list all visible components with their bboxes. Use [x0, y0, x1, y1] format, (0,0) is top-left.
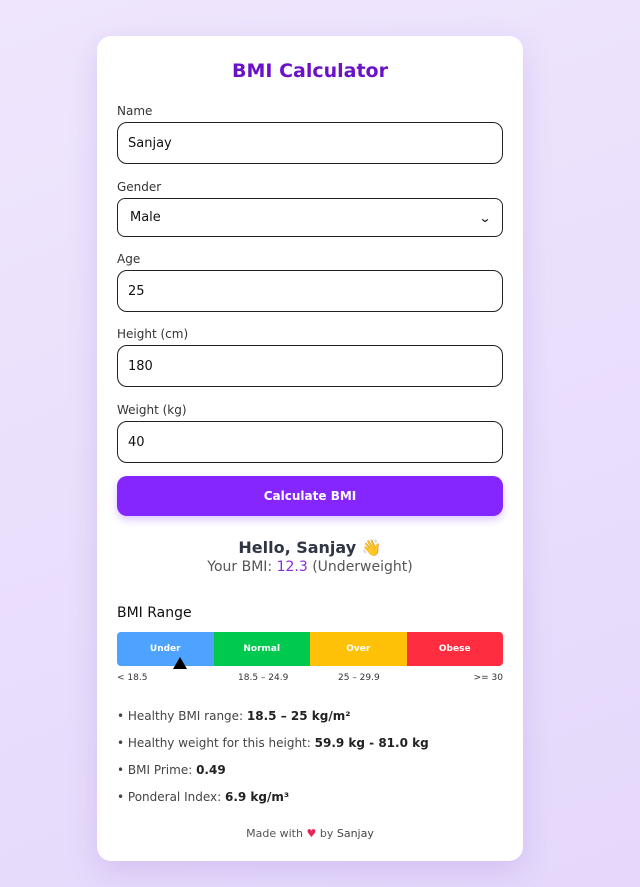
ponderal-index-item: • Ponderal Index: 6.9 kg/m³ [117, 784, 429, 811]
bmi-category: (Underweight) [312, 559, 413, 575]
segment-under: Under [117, 632, 214, 666]
healthy-range-label: • Healthy BMI range: [117, 709, 244, 723]
footer: Made with ♥ by Sanjay [117, 827, 503, 840]
healthy-range-item: • Healthy BMI range: 18.5 – 25 kg/m² [117, 703, 429, 730]
bmi-value: 12.3 [276, 559, 308, 575]
chevron-down-icon: ⌄ [478, 210, 492, 225]
healthy-weight-label: • Healthy weight for this height: [117, 736, 311, 750]
segment-normal: Normal [213, 632, 310, 666]
weight-input[interactable]: 40 [117, 421, 503, 463]
healthy-weight-value: 59.9 kg - 81.0 kg [314, 736, 429, 750]
age-label: Age [117, 252, 141, 266]
name-field: Name [117, 102, 152, 120]
gender-selected-value: Male [130, 210, 161, 225]
segment-obese: Obese [406, 632, 503, 666]
ponderal-index-value: 6.9 kg/m³ [225, 790, 290, 804]
info-list: • Healthy BMI range: 18.5 – 25 kg/m² • H… [117, 703, 429, 811]
name-input[interactable]: Sanjay [117, 122, 503, 164]
bmi-range-title: BMI Range [117, 605, 192, 621]
gender-field: Gender [117, 178, 161, 196]
bmi-prime-item: • BMI Prime: 0.49 [117, 757, 429, 784]
calculate-bmi-button[interactable]: Calculate BMI [117, 476, 503, 516]
footer-by: by [319, 827, 334, 840]
ponderal-index-label: • Ponderal Index: [117, 790, 222, 804]
tick-under: < 18.5 [117, 673, 148, 683]
height-input[interactable]: 180 [117, 345, 503, 387]
healthy-weight-item: • Healthy weight for this height: 59.9 k… [117, 730, 429, 757]
weight-label: Weight (kg) [117, 403, 187, 417]
bmi-result: Your BMI: 12.3 (Underweight) [117, 559, 503, 575]
age-field: Age [117, 250, 140, 268]
bmi-card: BMI Calculator Name Sanjay Gender Male ⌄… [97, 36, 523, 861]
page-title: BMI Calculator [232, 60, 388, 82]
healthy-range-value: 18.5 – 25 kg/m² [246, 709, 351, 723]
bmi-prefix: Your BMI: [207, 559, 273, 575]
bmi-pointer-icon [173, 657, 187, 669]
heart-icon: ♥ [306, 827, 317, 840]
height-field: Height (cm) [117, 325, 188, 343]
result-section: Hello, Sanjay 👋 Your BMI: 12.3 (Underwei… [117, 538, 503, 575]
gender-label: Gender [117, 180, 162, 194]
bmi-range-ticks: < 18.5 18.5 – 24.9 25 – 29.9 >= 30 [117, 673, 503, 687]
bmi-prime-label: • BMI Prime: [117, 763, 193, 777]
age-input[interactable]: 25 [117, 270, 503, 312]
name-label: Name [117, 104, 153, 118]
greeting: Hello, Sanjay 👋 [238, 538, 382, 557]
tick-obese: >= 30 [473, 673, 503, 683]
weight-field: Weight (kg) [117, 401, 187, 419]
footer-author: Sanjay [336, 827, 374, 840]
height-label: Height (cm) [117, 327, 189, 341]
footer-made-with: Made with [246, 827, 303, 840]
gender-select[interactable]: Male ⌄ [117, 198, 503, 237]
tick-normal: 18.5 – 24.9 [238, 673, 289, 683]
segment-over: Over [310, 632, 407, 666]
bmi-prime-value: 0.49 [196, 763, 226, 777]
tick-over: 25 – 29.9 [338, 673, 380, 683]
